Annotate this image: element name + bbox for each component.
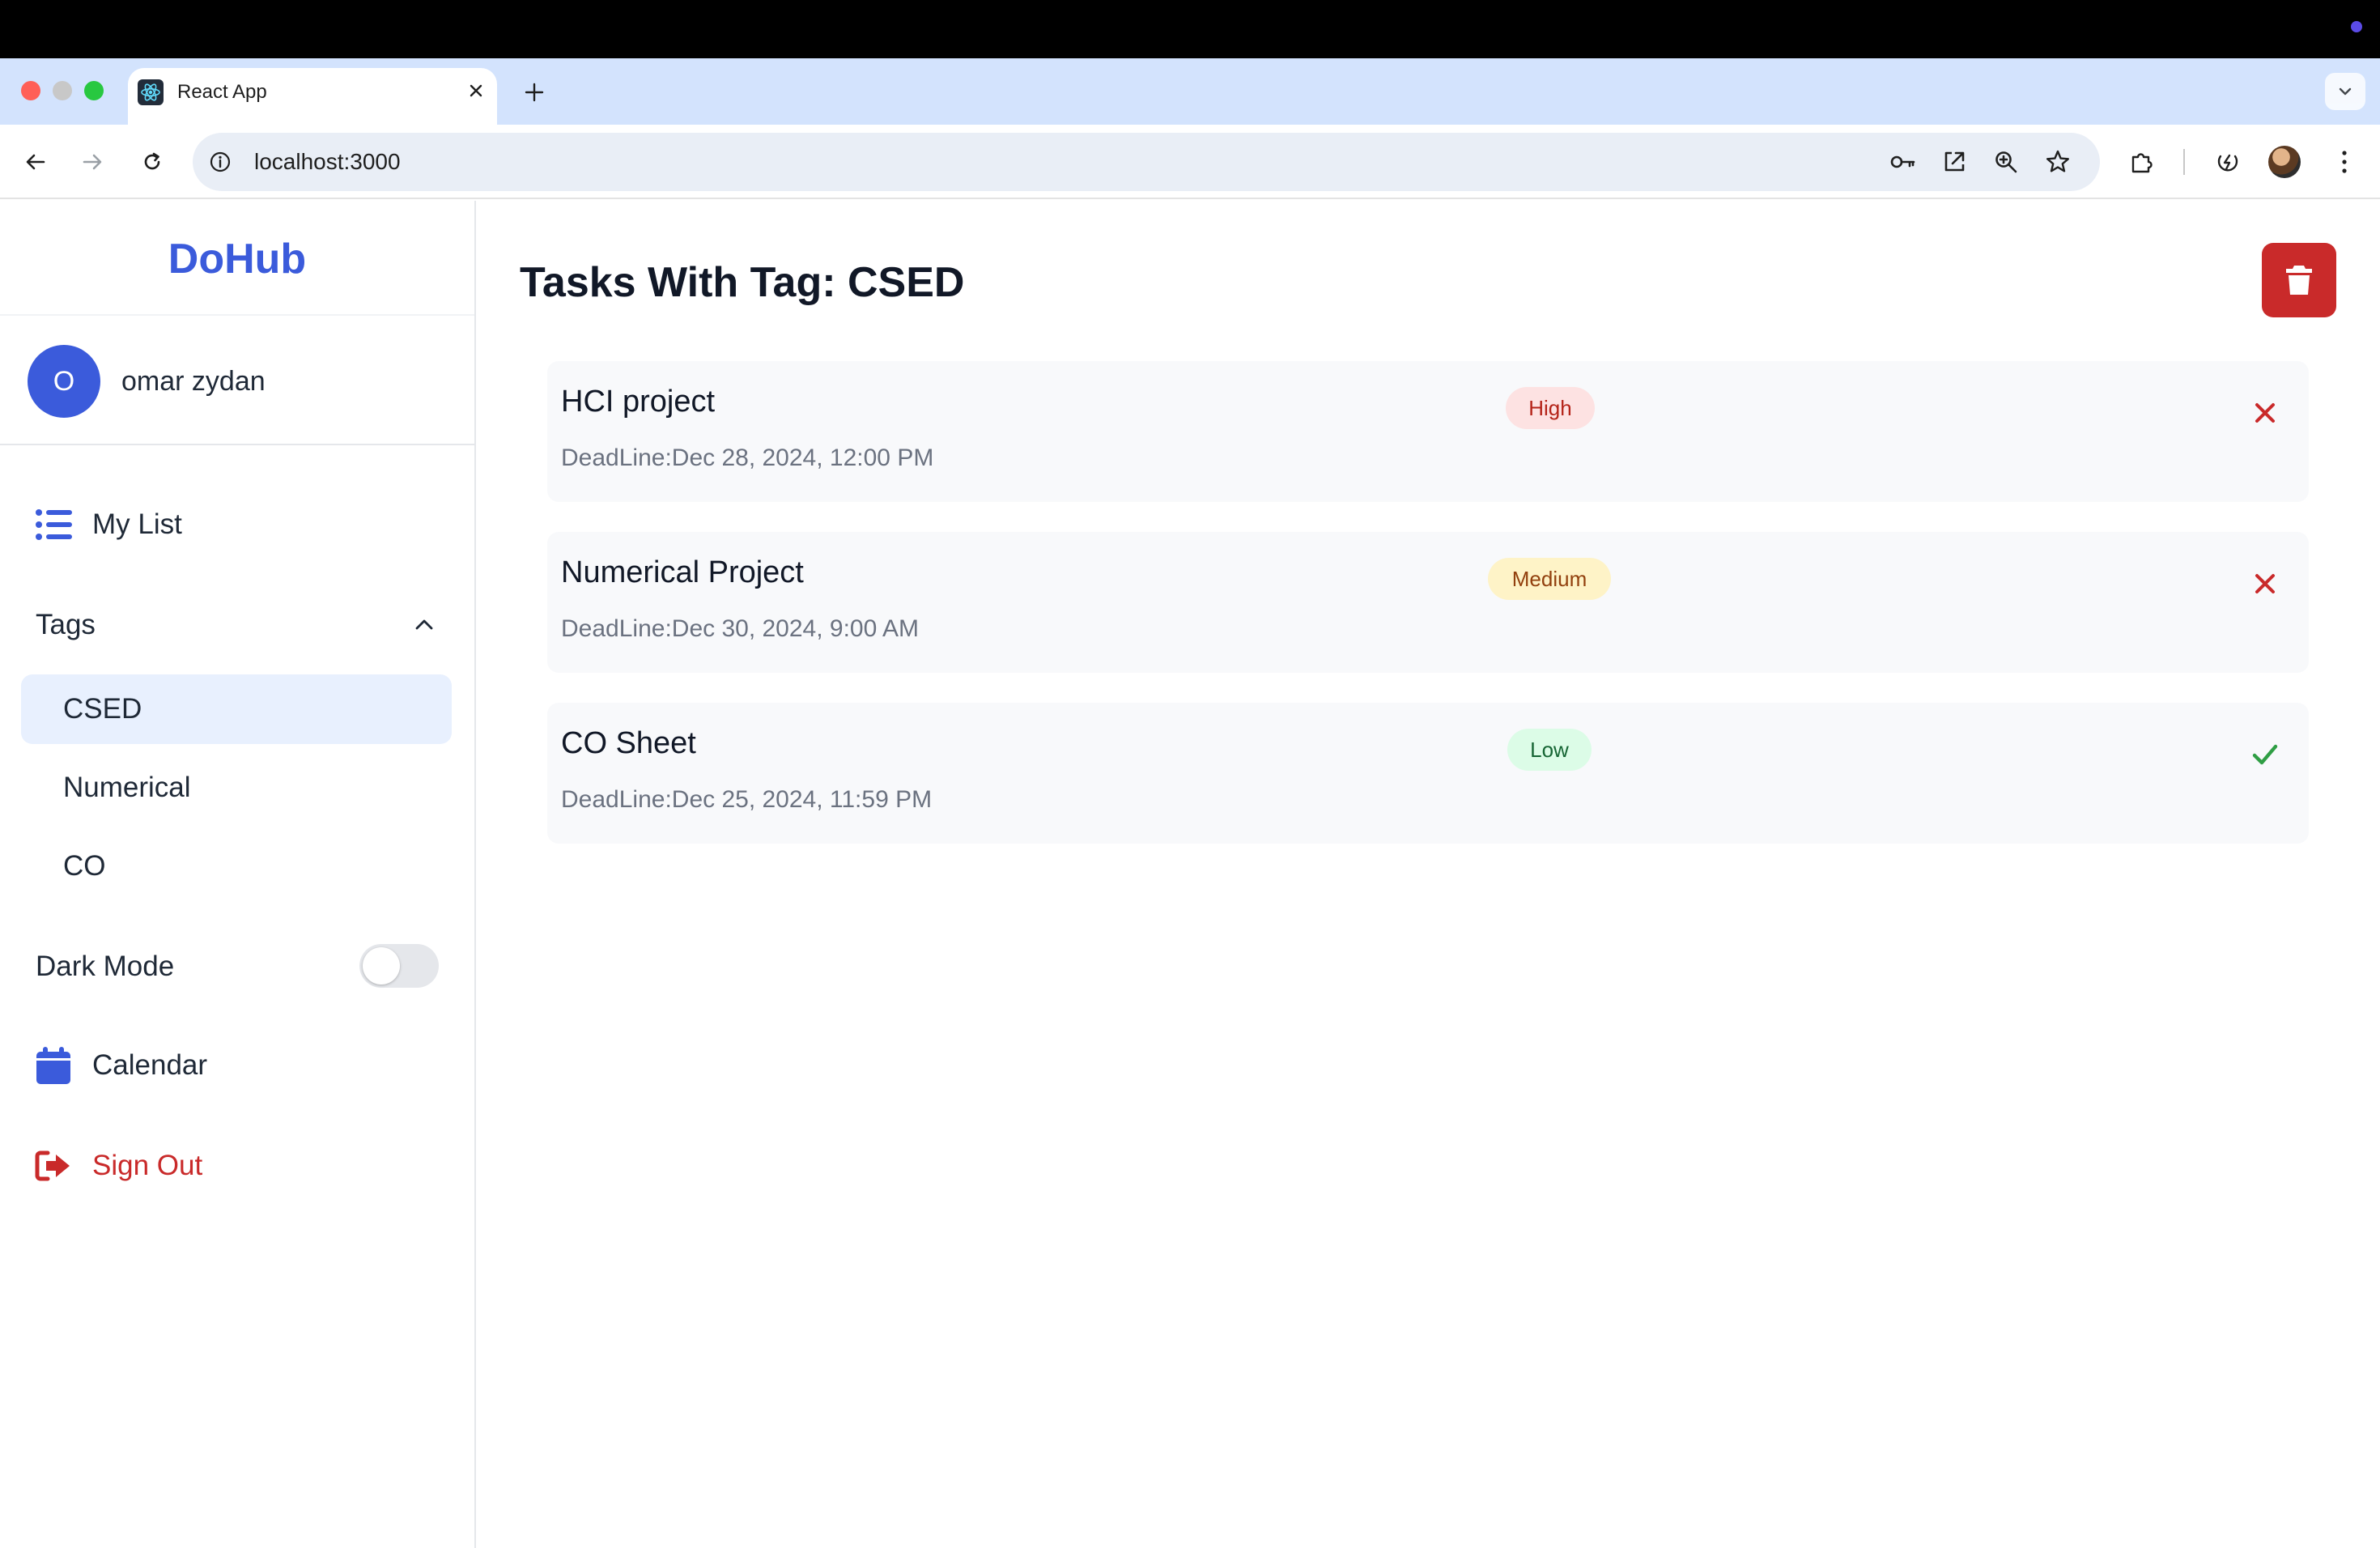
sidebar-divider bbox=[0, 314, 474, 316]
tag-label: CO bbox=[63, 850, 106, 882]
react-favicon-icon bbox=[138, 79, 164, 105]
url-text[interactable]: localhost:3000 bbox=[254, 147, 401, 176]
tag-label: Numerical bbox=[63, 772, 191, 803]
browser-menu-kebab-icon[interactable] bbox=[2327, 144, 2362, 180]
extensions-puzzle-icon[interactable] bbox=[2123, 144, 2159, 180]
back-arrow-icon[interactable] bbox=[18, 144, 53, 180]
task-deadline: DeadLine:Dec 30, 2024, 9:00 AM bbox=[561, 615, 919, 642]
sidebar-tag-co[interactable]: CO bbox=[21, 831, 452, 901]
profile-avatar[interactable] bbox=[2268, 146, 2301, 178]
user-name: omar zydan bbox=[121, 366, 266, 397]
sign-out-icon bbox=[34, 1146, 73, 1185]
task-deadline: DeadLine:Dec 28, 2024, 12:00 PM bbox=[561, 444, 934, 471]
task-card[interactable]: HCI project DeadLine:Dec 28, 2024, 12:00… bbox=[547, 361, 2309, 502]
window-close-button[interactable] bbox=[21, 81, 40, 100]
sidebar-item-calendar[interactable]: Calendar bbox=[0, 1033, 474, 1098]
forward-arrow-icon[interactable] bbox=[74, 144, 110, 180]
app-logo-text: DoHub bbox=[168, 236, 307, 283]
os-menu-bar bbox=[0, 0, 2380, 58]
dark-mode-toggle[interactable] bbox=[359, 944, 439, 988]
performance-icon[interactable] bbox=[2210, 144, 2246, 180]
open-in-app-icon[interactable] bbox=[1938, 146, 1970, 178]
bookmark-star-icon[interactable] bbox=[2042, 146, 2074, 178]
list-icon bbox=[34, 505, 73, 544]
check-icon[interactable] bbox=[2247, 737, 2283, 772]
sidebar-item-sign-out[interactable]: Sign Out bbox=[0, 1133, 474, 1198]
priority-badge: Low bbox=[1507, 729, 1592, 771]
toggle-knob bbox=[363, 947, 400, 985]
task-deadline: DeadLine:Dec 25, 2024, 11:59 PM bbox=[561, 786, 933, 813]
sidebar-item-label: Sign Out bbox=[92, 1150, 203, 1181]
tags-section-label[interactable]: Tags bbox=[36, 606, 96, 644]
reload-icon[interactable] bbox=[134, 144, 170, 180]
sidebar-item-label: My List bbox=[92, 508, 182, 540]
task-card[interactable]: CO Sheet DeadLine:Dec 25, 2024, 11:59 PM… bbox=[547, 703, 2309, 844]
sidebar-item-label: Calendar bbox=[92, 1049, 208, 1081]
trash-icon bbox=[2286, 266, 2312, 295]
address-bar[interactable] bbox=[193, 133, 2100, 191]
task-title: CO Sheet bbox=[561, 726, 696, 760]
page-title: Tasks With Tag: CSED bbox=[520, 259, 965, 306]
chevron-up-icon[interactable] bbox=[408, 609, 440, 641]
user-avatar: O bbox=[28, 345, 100, 418]
password-key-icon[interactable] bbox=[1886, 146, 1919, 178]
priority-badge: Medium bbox=[1488, 558, 1611, 600]
tag-label: CSED bbox=[63, 693, 142, 725]
priority-badge: High bbox=[1506, 387, 1595, 429]
sidebar-divider bbox=[0, 444, 474, 445]
calendar-icon bbox=[34, 1046, 73, 1085]
sidebar-item-my-list[interactable]: My List bbox=[0, 492, 474, 557]
close-icon[interactable] bbox=[2247, 566, 2283, 602]
delete-tag-button[interactable] bbox=[2262, 243, 2336, 317]
sidebar-tag-numerical[interactable]: Numerical bbox=[21, 753, 452, 823]
browser-tab-title: React App bbox=[177, 81, 267, 103]
site-info-icon[interactable] bbox=[207, 149, 233, 175]
new-tab-plus-icon[interactable] bbox=[518, 76, 550, 108]
window-minimize-button[interactable] bbox=[53, 81, 72, 100]
tab-close-icon[interactable] bbox=[463, 78, 489, 104]
sidebar-tag-csed[interactable]: CSED bbox=[21, 674, 452, 744]
dark-mode-label: Dark Mode bbox=[36, 950, 175, 982]
task-card[interactable]: Numerical Project DeadLine:Dec 30, 2024,… bbox=[547, 532, 2309, 673]
task-title: Numerical Project bbox=[561, 555, 804, 589]
window-maximize-button[interactable] bbox=[84, 81, 104, 100]
status-indicator-icon bbox=[2351, 21, 2362, 32]
task-title: HCI project bbox=[561, 385, 716, 419]
close-icon[interactable] bbox=[2247, 395, 2283, 431]
tab-search-chevron-icon[interactable] bbox=[2325, 73, 2365, 110]
toolbar-separator bbox=[2183, 149, 2185, 175]
zoom-icon[interactable] bbox=[1990, 146, 2022, 178]
